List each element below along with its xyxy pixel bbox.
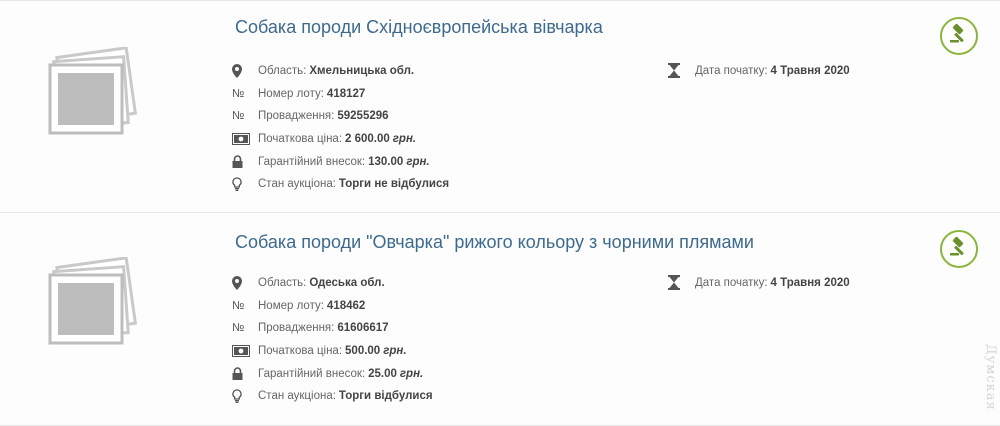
price-value: 500.00: [345, 345, 381, 358]
bid-button[interactable]: [940, 17, 978, 55]
banknote-icon: [232, 344, 254, 358]
deposit-currency: грн.: [406, 155, 430, 168]
map-marker-icon: [232, 64, 254, 79]
map-marker-icon: [232, 276, 254, 291]
price-currency: грн.: [383, 345, 407, 358]
deposit-value: 130.00: [368, 155, 404, 168]
region-row: Область: Хмельницька обл.: [232, 60, 449, 83]
listing-card: Собака породи Східноєвропейська вівчарка…: [0, 0, 1000, 211]
price-currency: грн.: [392, 133, 417, 146]
region-label: Область:: [258, 277, 307, 290]
case-label: Провадження:: [258, 110, 335, 123]
numero-sign-icon: №: [232, 87, 245, 100]
lock-icon: [232, 367, 254, 381]
hourglass-icon: [668, 275, 690, 290]
photo-placeholder-icon[interactable]: [44, 256, 140, 347]
lock-icon: [232, 155, 254, 169]
start-date-value: 4 Травня 2020: [770, 64, 850, 77]
numero-sign-icon: №: [232, 322, 245, 335]
lot-row: № Номер лоту: 418462: [232, 295, 433, 318]
gavel-icon: [948, 23, 970, 50]
region-label: Область:: [258, 65, 307, 78]
lightbulb-icon: [232, 389, 254, 404]
region-value: Хмельницька обл.: [309, 65, 415, 78]
start-date-row: Дата початку: 4 Травня 2020: [668, 63, 850, 78]
deposit-value: 25.00: [368, 367, 397, 380]
listing-card: Собака породи "Овчарка" рижого кольору з…: [0, 212, 1000, 426]
case-row: № Провадження: 61606617: [232, 317, 433, 340]
region-value: Одеська обл.: [309, 277, 385, 290]
lot-label: Номер лоту:: [258, 299, 324, 312]
price-label: Початкова ціна:: [258, 133, 343, 146]
numero-sign-icon: №: [232, 110, 245, 123]
case-value: 61606617: [337, 322, 389, 335]
banknote-icon: [232, 132, 254, 146]
status-label: Стан аукціона:: [258, 178, 336, 191]
listing-details: Область: Одеська обл. № Номер лоту: 4184…: [232, 272, 433, 408]
price-row: Початкова ціна: 2 600.00 грн.: [232, 128, 449, 151]
lot-label: Номер лоту:: [258, 87, 324, 100]
photo-placeholder-icon[interactable]: [44, 46, 140, 137]
case-label: Провадження:: [258, 322, 335, 335]
hourglass-icon: [668, 63, 690, 78]
case-value: 59255296: [337, 110, 389, 123]
price-row: Початкова ціна: 500.00 грн.: [232, 340, 433, 363]
price-value: 2 600.00: [345, 133, 390, 146]
case-row: № Провадження: 59255296: [232, 105, 449, 128]
numero-sign-icon: №: [232, 299, 245, 312]
lightbulb-icon: [232, 177, 254, 192]
price-label: Початкова ціна:: [258, 345, 343, 358]
bid-button[interactable]: [940, 230, 978, 268]
start-date-value: 4 Травня 2020: [770, 276, 850, 289]
deposit-row: Гарантійний внесок: 25.00 грн.: [232, 362, 433, 385]
region-row: Область: Одеська обл.: [232, 272, 433, 295]
deposit-row: Гарантійний внесок: 130.00 грн.: [232, 150, 449, 173]
status-value: Торги відбулися: [338, 390, 433, 403]
status-row: Стан аукціона: Торги відбулися: [232, 385, 433, 408]
deposit-label: Гарантійний внесок:: [258, 367, 366, 380]
start-date-label: Дата початку:: [695, 64, 768, 77]
listing-title[interactable]: Собака породи "Овчарка" рижого кольору з…: [235, 232, 754, 253]
start-date-row: Дата початку: 4 Травня 2020: [668, 275, 850, 290]
gavel-icon: [948, 236, 970, 263]
listing-title[interactable]: Собака породи Східноєвропейська вівчарка: [235, 17, 603, 38]
deposit-currency: грн.: [399, 367, 424, 380]
status-row: Стан аукціона: Торги не відбулися: [232, 173, 449, 196]
status-label: Стан аукціона:: [258, 390, 336, 403]
watermark: Думская: [983, 344, 998, 411]
lot-value: 418127: [326, 87, 366, 100]
status-value: Торги не відбулися: [338, 178, 450, 191]
start-date-label: Дата початку:: [695, 276, 768, 289]
deposit-label: Гарантійний внесок:: [258, 155, 366, 168]
lot-row: № Номер лоту: 418127: [232, 83, 449, 106]
listing-details: Область: Хмельницька обл. № Номер лоту: …: [232, 60, 449, 196]
lot-value: 418462: [326, 299, 366, 312]
